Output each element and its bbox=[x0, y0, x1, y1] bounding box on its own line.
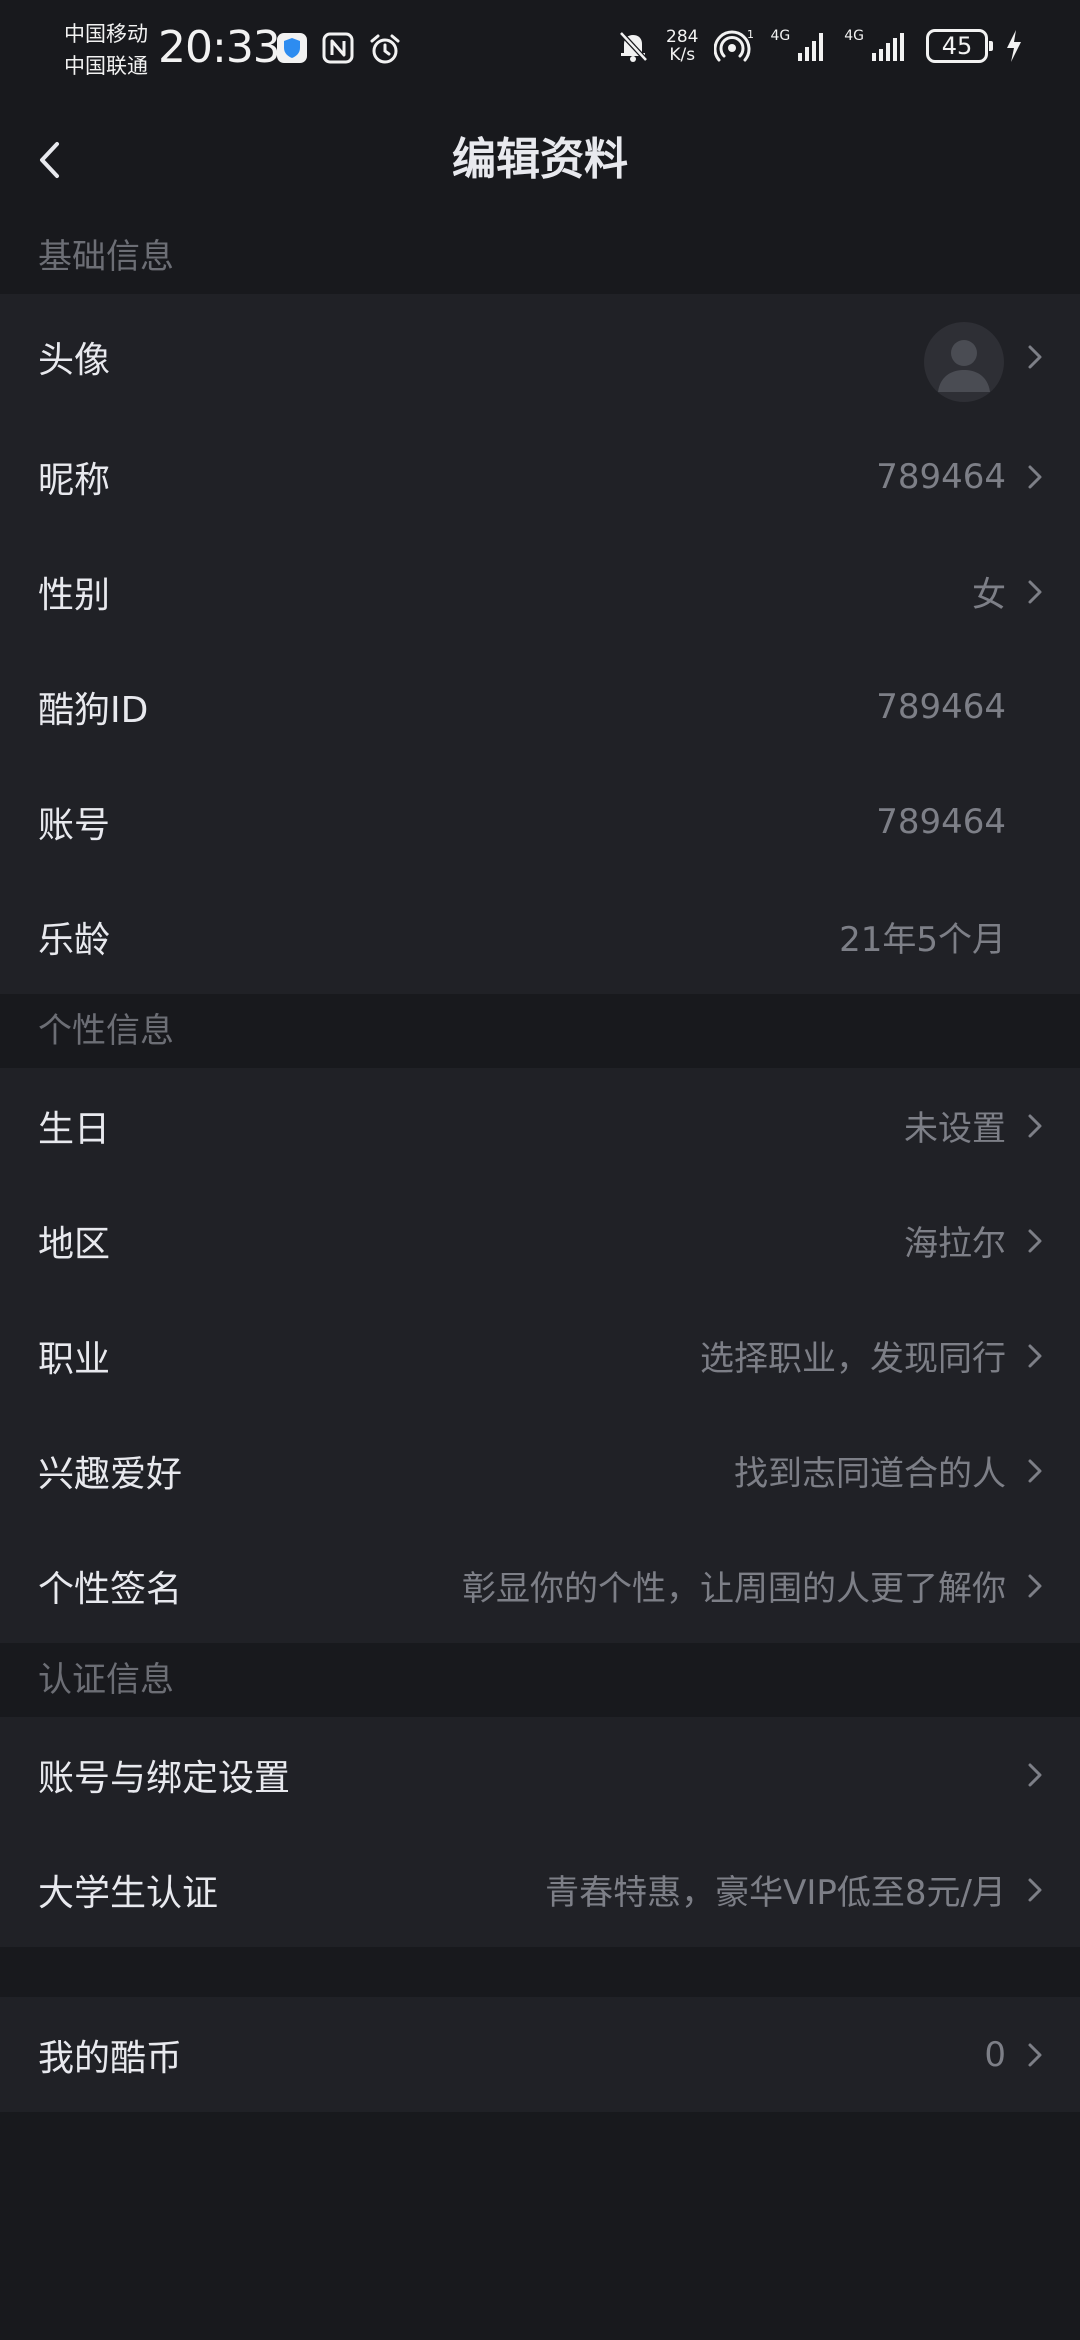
svg-text:1: 1 bbox=[747, 28, 754, 41]
gender-label: 性别 bbox=[38, 574, 111, 616]
job-value: 选择职业，发现同行 bbox=[700, 1339, 1006, 1379]
chevron-right-icon bbox=[1028, 1878, 1042, 1901]
network-speed-value: 284 bbox=[666, 27, 699, 47]
signature-label: 个性签名 bbox=[38, 1568, 183, 1610]
section-gap bbox=[0, 1947, 1080, 1997]
chevron-right-icon bbox=[1028, 580, 1042, 603]
region-row[interactable]: 地区 海拉尔 bbox=[0, 1183, 1080, 1298]
battery-icon: 45 bbox=[926, 29, 993, 63]
carrier-info: 中国移动 中国联通 bbox=[64, 18, 148, 82]
chevron-right-icon bbox=[1028, 1459, 1042, 1482]
hobby-label: 兴趣爱好 bbox=[38, 1453, 183, 1495]
page-title: 编辑资料 bbox=[452, 134, 628, 185]
music-age-row: 乐龄 21年5个月 bbox=[0, 879, 1080, 994]
coins-row[interactable]: 我的酷币 0 bbox=[0, 1997, 1080, 2112]
mute-bell-icon bbox=[619, 31, 648, 62]
job-row[interactable]: 职业 选择职业，发现同行 bbox=[0, 1298, 1080, 1413]
nickname-value: 789464 bbox=[876, 456, 1006, 497]
signal-2-label: 4G bbox=[844, 28, 864, 44]
section-auth-title: 认证信息 bbox=[0, 1643, 1080, 1717]
region-label: 地区 bbox=[38, 1223, 111, 1265]
student-auth-label: 大学生认证 bbox=[38, 1872, 219, 1914]
student-auth-row[interactable]: 大学生认证 青春特惠，豪华VIP低至8元/月 bbox=[0, 1832, 1080, 1947]
status-left-icons bbox=[276, 32, 402, 66]
section-basic-title: 基础信息 bbox=[0, 220, 1080, 294]
header: 编辑资料 bbox=[0, 100, 1080, 220]
music-age-value: 21年5个月 bbox=[839, 920, 1006, 960]
section-auth: 账号与绑定设置 大学生认证 青春特惠，豪华VIP低至8元/月 bbox=[0, 1717, 1080, 1947]
music-age-label: 乐龄 bbox=[38, 919, 111, 961]
chevron-right-icon bbox=[1028, 345, 1042, 368]
default-avatar-icon bbox=[938, 339, 990, 392]
hotspot-icon: 1 bbox=[714, 28, 754, 62]
birthday-label: 生日 bbox=[38, 1108, 111, 1150]
status-time: 20:33 bbox=[158, 22, 281, 73]
nickname-label: 昵称 bbox=[38, 459, 111, 501]
status-right-icons: 284 K/s 1 4G 4G 45 bbox=[616, 28, 1024, 64]
birthday-row[interactable]: 生日 未设置 bbox=[0, 1068, 1080, 1183]
gender-row[interactable]: 性别 女 bbox=[0, 534, 1080, 649]
avatar[interactable] bbox=[924, 321, 1004, 402]
region-value: 海拉尔 bbox=[904, 1224, 1006, 1264]
signal-icon bbox=[872, 33, 904, 61]
avatar-row[interactable]: 头像 bbox=[0, 294, 1080, 419]
chevron-right-icon bbox=[1028, 1114, 1042, 1137]
signature-value: 彰显你的个性，让周围的人更了解你 bbox=[462, 1569, 1006, 1609]
account-label: 账号 bbox=[38, 804, 111, 846]
profile-edit-list: 基础信息 头像 昵称 789464 性别 女 酷狗ID 789464 账号 78… bbox=[0, 220, 1080, 2112]
network-speed-unit: K/s bbox=[669, 45, 696, 65]
signature-row[interactable]: 个性签名 彰显你的个性，让周围的人更了解你 bbox=[0, 1528, 1080, 1643]
hobby-row[interactable]: 兴趣爱好 找到志同道合的人 bbox=[0, 1413, 1080, 1528]
student-auth-value: 青春特惠，豪华VIP低至8元/月 bbox=[545, 1873, 1006, 1913]
avatar-label: 头像 bbox=[38, 339, 111, 381]
section-personal-title: 个性信息 bbox=[0, 994, 1080, 1068]
section-coins: 我的酷币 0 bbox=[0, 1997, 1080, 2112]
job-label: 职业 bbox=[38, 1338, 111, 1380]
chevron-right-icon bbox=[1028, 1574, 1042, 1597]
hobby-value: 找到志同道合的人 bbox=[734, 1454, 1006, 1494]
account-binding-row[interactable]: 账号与绑定设置 bbox=[0, 1717, 1080, 1832]
alarm-icon bbox=[370, 34, 400, 64]
account-value: 789464 bbox=[876, 801, 1006, 842]
kugou-id-row: 酷狗ID 789464 bbox=[0, 649, 1080, 764]
network-speed: 284 K/s bbox=[666, 28, 698, 64]
birthday-value: 未设置 bbox=[904, 1109, 1006, 1149]
coins-value: 0 bbox=[984, 2034, 1006, 2075]
account-binding-label: 账号与绑定设置 bbox=[38, 1757, 291, 1799]
section-basic: 头像 昵称 789464 性别 女 酷狗ID 789464 账号 789464 … bbox=[0, 294, 1080, 994]
shield-app-icon bbox=[277, 33, 307, 63]
gender-value: 女 bbox=[972, 575, 1006, 615]
chevron-right-icon bbox=[1028, 1763, 1042, 1786]
carrier-1: 中国移动 bbox=[64, 22, 148, 46]
nfc-icon bbox=[322, 32, 354, 64]
account-row: 账号 789464 bbox=[0, 764, 1080, 879]
nickname-row[interactable]: 昵称 789464 bbox=[0, 419, 1080, 534]
chevron-right-icon bbox=[1028, 1229, 1042, 1252]
status-bar: 中国移动 中国联通 20:33 284 K/s 1 4G 4G 45 bbox=[0, 0, 1080, 100]
charging-icon bbox=[1007, 30, 1021, 62]
coins-label: 我的酷币 bbox=[38, 2037, 183, 2079]
chevron-right-icon bbox=[1028, 1344, 1042, 1367]
section-personal: 生日 未设置 地区 海拉尔 职业 选择职业，发现同行 兴趣爱好 找到志同道合的人 bbox=[0, 1068, 1080, 1643]
signal-1-label: 4G bbox=[770, 28, 791, 44]
chevron-right-icon bbox=[1028, 465, 1042, 488]
kugou-id-value: 789464 bbox=[876, 686, 1006, 727]
chevron-right-icon bbox=[1028, 2043, 1042, 2066]
signal-icon bbox=[798, 33, 824, 61]
kugou-id-label: 酷狗ID bbox=[38, 689, 149, 731]
carrier-2: 中国联通 bbox=[64, 54, 148, 78]
